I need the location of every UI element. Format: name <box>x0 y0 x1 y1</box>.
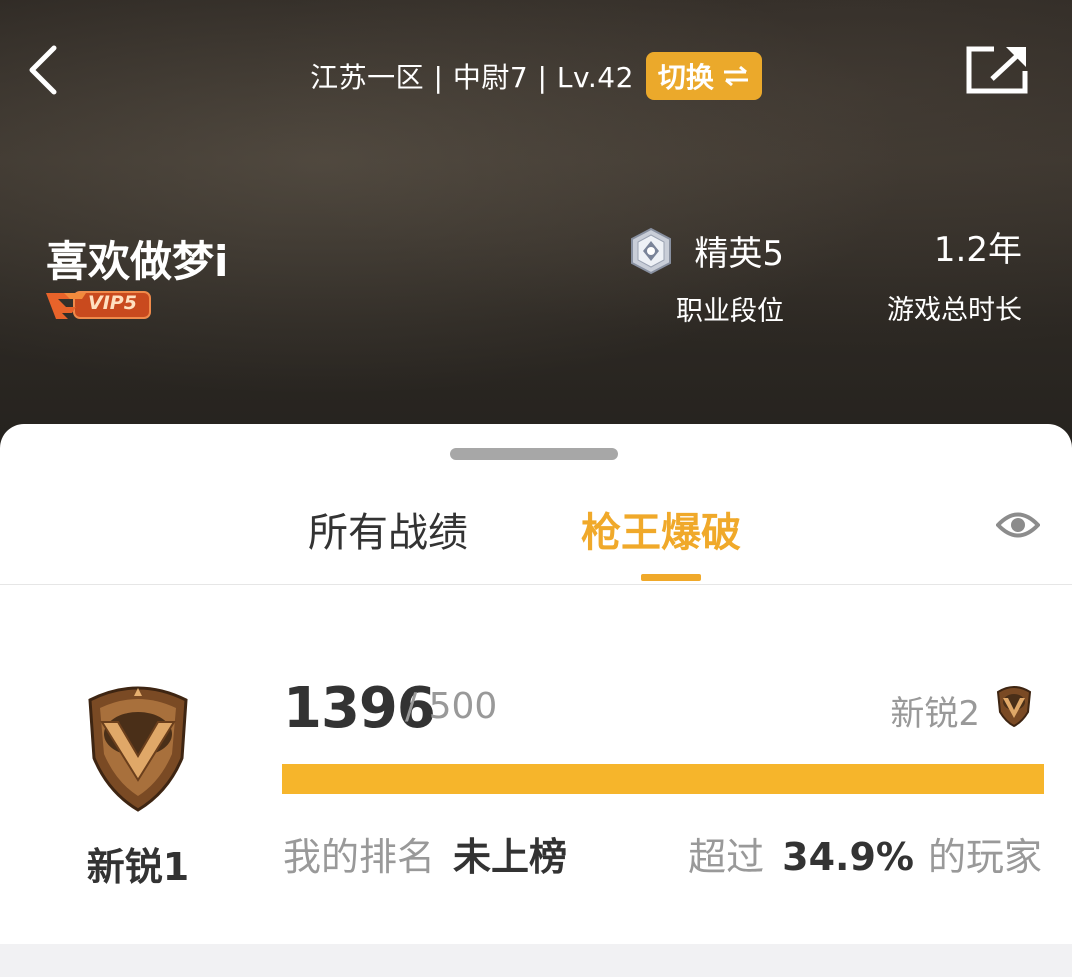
server-info-text: 江苏一区 | 中尉7 | Lv.42 <box>310 61 634 94</box>
switch-label: 切换 <box>657 61 714 94</box>
visibility-toggle-button[interactable] <box>995 508 1041 542</box>
eye-icon <box>995 512 1041 538</box>
vip-badge: VIP5 <box>46 290 152 320</box>
playtime-stat: 1.2年 游戏总时长 <box>860 226 1022 327</box>
my-rank-value: 未上榜 <box>453 835 568 879</box>
diamond-rank-icon <box>631 227 672 274</box>
switch-account-button[interactable]: 切换 <box>645 52 762 100</box>
tier-progress-fill <box>282 764 1044 794</box>
career-rank-stat: 精英5 职业段位 <box>622 226 784 328</box>
tab-sniper-demolition[interactable]: 枪王爆破 <box>581 500 741 558</box>
bronze-shield-icon <box>88 686 188 812</box>
beat-prefix: 超过 <box>688 835 765 879</box>
profile-header: 江苏一区 | 中尉7 | Lv.42 切换 喜欢做梦i VIP5 精英5 职业段… <box>0 0 1072 460</box>
tier-progress-bar <box>282 764 1044 794</box>
tier-score-target: / 500 <box>405 686 498 727</box>
share-button[interactable] <box>966 45 1028 95</box>
stats-sheet: 所有战绩 枪王爆破 新锐1 1396 / 500 新锐2 我的排名 未上榜 超过 3… <box>0 424 1072 944</box>
playtime-label: 游戏总时长 <box>887 295 1022 326</box>
my-rank-line: 我的排名 未上榜 <box>283 826 567 881</box>
mode-tabs: 所有战绩 枪王爆破 <box>0 494 1072 585</box>
sheet-drag-handle[interactable] <box>450 448 618 460</box>
next-tier-shield-icon <box>996 686 1032 728</box>
server-info-bar: 江苏一区 | 中尉7 | Lv.42 切换 <box>0 52 1072 100</box>
switch-arrows-icon <box>723 65 748 87</box>
career-rank-label: 职业段位 <box>676 296 784 327</box>
bottom-spacer <box>0 944 1072 977</box>
vip-level-text: VIP5 <box>88 292 137 314</box>
current-tier-name: 新锐1 <box>86 845 190 889</box>
next-tier-name: 新锐2 <box>890 694 980 734</box>
career-rank-value: 精英5 <box>694 234 784 274</box>
playtime-value: 1.2年 <box>933 230 1022 270</box>
username: 喜欢做梦i <box>46 237 229 286</box>
beat-suffix: 的玩家 <box>927 835 1042 879</box>
beat-percent-value: 34.9% <box>782 835 914 879</box>
active-tab-indicator <box>641 574 701 581</box>
share-icon <box>966 46 1028 94</box>
tab-all-records[interactable]: 所有战绩 <box>308 500 468 558</box>
beat-percent-line: 超过 34.9% 的玩家 <box>688 826 1042 881</box>
my-rank-label: 我的排名 <box>283 835 436 879</box>
